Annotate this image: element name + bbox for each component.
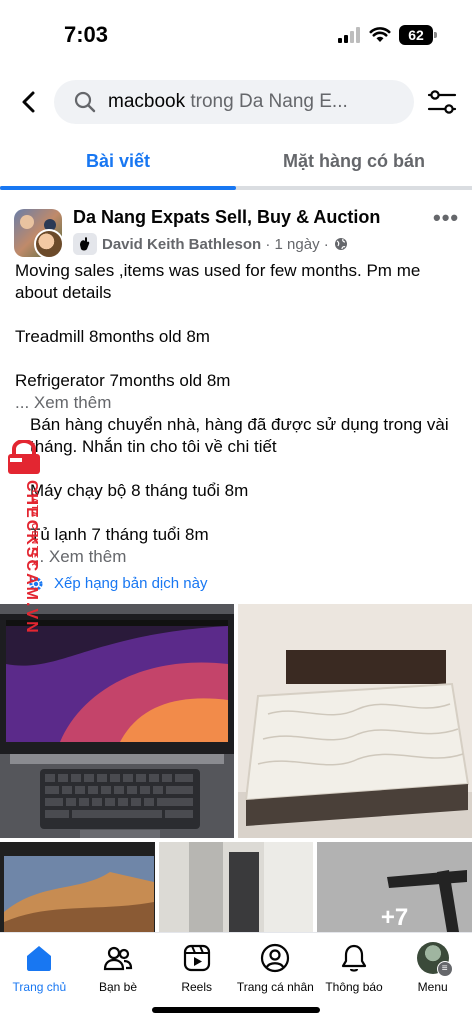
bed-illustration [238,604,472,838]
watermark-subtext: DATA CENTER [30,490,39,568]
home-indicator [152,1007,320,1013]
tab-marketplace-items[interactable]: Mặt hàng có bán [236,140,472,186]
tab-posts[interactable]: Bài viết [0,140,236,190]
rate-translation-label: Xếp hạng bản dịch này [54,575,208,592]
meta-separator: · [261,235,275,253]
friends-icon [103,946,133,971]
author-avatar[interactable] [34,229,64,259]
cellular-signal-icon [338,27,362,43]
back-arrow-icon[interactable] [16,88,44,116]
reels-icon [183,944,210,972]
search-query-text: macbook trong Da Nang E... [108,91,348,113]
meta-separator: · [319,235,329,253]
search-input[interactable]: macbook trong Da Nang E... [54,80,414,124]
nav-home[interactable]: Trang chủ [0,933,79,1024]
nav-profile-label: Trang cá nhân [236,980,314,994]
group-name[interactable]: Da Nang Expats Sell, Buy & Auction [73,207,380,228]
post-time[interactable]: 1 ngày [275,236,320,253]
status-bar: 7:03 62 [0,0,472,66]
nav-notifications[interactable]: Thông báo [315,933,394,1024]
status-time: 7:03 [64,22,109,47]
globe-icon [334,238,347,250]
post-photo-bed[interactable] [238,604,472,838]
translated-text-line: Bán hàng chuyển nhà, hàng đã được sử dụn… [30,415,449,456]
search-tabs: Bài viết Mặt hàng có bán [0,140,472,190]
see-more-link[interactable]: ... Xem thêm [15,392,460,414]
filter-sliders-icon[interactable] [426,88,458,116]
battery-indicator: 62 [399,25,437,45]
post-photo-thumbnail[interactable] [0,842,155,932]
nav-menu[interactable]: Menu [393,933,472,1024]
home-icon [27,946,52,971]
post-text-line: Moving sales ,items was used for few mon… [15,261,421,302]
post-meta: David Keith Bathleson · 1 ngày · [73,233,348,255]
profile-icon [261,943,290,973]
nav-menu-label: Menu [417,980,448,994]
nav-home-label: Trang chủ [12,980,67,994]
more-photos-count: +7 [317,842,472,932]
search-query: macbook [108,91,186,112]
rate-translation-link[interactable]: Xếp hạng bản dịch này [29,573,460,595]
member-badge-icon [73,233,97,255]
search-header: macbook trong Da Nang E... [0,78,472,128]
translation-block: Bán hàng chuyển nhà, hàng đã được sử dụn… [15,414,460,595]
nav-friends[interactable]: Bạn bè [79,933,158,1024]
translated-text-line: Máy chạy bộ 8 tháng tuổi 8m [30,481,249,500]
post-photo-thumbnail-more[interactable]: +7 [317,842,472,932]
search-icon [74,91,96,113]
wifi-icon [369,27,391,42]
menu-avatar [416,942,453,977]
nav-friends-label: Bạn bè [98,980,138,994]
search-scope: trong Da Nang E... [185,91,348,112]
more-options-icon[interactable]: ••• [433,205,459,231]
post-body: Moving sales ,items was used for few mon… [15,260,460,595]
post-author[interactable]: David Keith Bathleson [102,236,261,253]
post-text-line: Treadmill 8months old 8m [15,327,210,346]
post-photo-thumbnail[interactable] [159,842,313,932]
bell-icon [341,944,367,972]
treadmill-closeup-illustration [159,842,313,932]
post-text-line: Refrigerator 7months old 8m [15,371,231,390]
lock-icon [8,439,40,474]
nav-notifications-label: Thông báo [325,980,383,994]
nav-reels-label: Reels [181,980,213,994]
see-more-translated-link[interactable]: ... Xem thêm [30,546,460,568]
laptop-desktop-illustration [0,842,155,932]
translated-text-line: Tủ lạnh 7 tháng tuổi 8m [30,525,209,544]
